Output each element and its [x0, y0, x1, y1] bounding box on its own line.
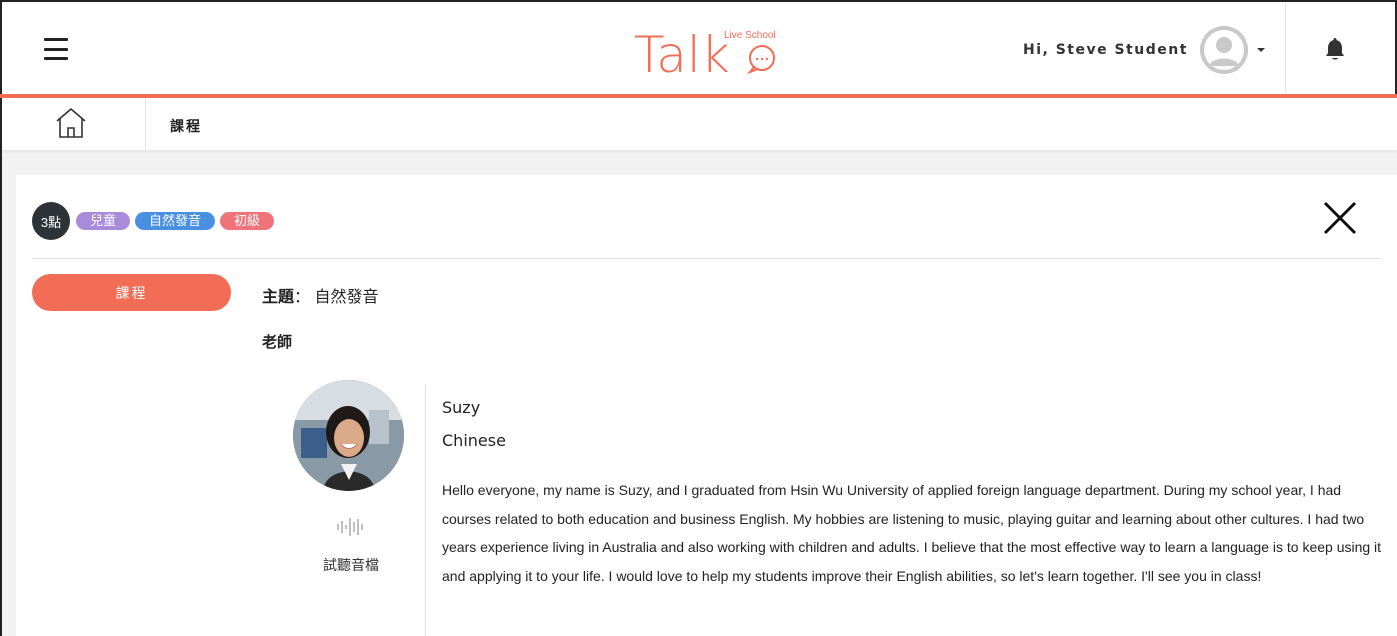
breadcrumb-divider — [145, 98, 146, 150]
hamburger-menu-icon[interactable] — [44, 38, 68, 60]
card-divider — [32, 258, 1381, 259]
top-header: Talk Live School Hi, Steve Student — [0, 0, 1397, 96]
course-detail-card: 3點 兒童 自然發音 初級 課程 主題： 自然發音 老師 試聽音檔 Suzy C… — [16, 175, 1397, 636]
bell-icon[interactable] — [1324, 38, 1346, 67]
topic-separator: ： — [294, 289, 311, 306]
teacher-bio: Hello everyone, my name is Suzy, and I g… — [442, 482, 1382, 584]
audio-wave-icon[interactable] — [336, 516, 366, 543]
teacher-divider — [425, 385, 426, 636]
logo-text: Talk — [634, 26, 730, 78]
user-avatar-icon[interactable] — [1200, 26, 1248, 74]
points-badge: 3點 — [32, 202, 70, 240]
logo-superscript: Live School — [724, 30, 776, 41]
teacher-language: Chinese — [442, 431, 506, 450]
teacher-name: Suzy — [442, 398, 481, 417]
course-tab-button[interactable]: 課程 — [32, 274, 231, 311]
home-icon[interactable] — [54, 106, 88, 145]
close-icon[interactable] — [1322, 200, 1358, 236]
breadcrumb: 課程 — [0, 98, 1397, 150]
breadcrumb-current: 課程 — [170, 118, 202, 134]
frame-border — [0, 150, 2, 636]
tag-phonics: 自然發音 — [135, 212, 216, 230]
topic-value: 自然發音 — [314, 289, 379, 306]
tag-children: 兒童 — [76, 212, 131, 230]
chevron-down-icon[interactable] — [1257, 48, 1265, 52]
user-greeting[interactable]: Hi, Steve Student — [1023, 42, 1188, 58]
audio-sample-label[interactable]: 試聽音檔 — [309, 555, 393, 575]
tag-beginner: 初級 — [220, 212, 275, 230]
topic-line: 主題： 自然發音 — [262, 283, 379, 307]
teacher-avatar — [293, 380, 404, 491]
teacher-heading: 老師 — [262, 334, 293, 351]
tag-row: 3點 兒童 自然發音 初級 — [32, 202, 275, 240]
talko-logo[interactable]: Talk Live School — [634, 24, 784, 84]
topic-label: 主題 — [262, 289, 295, 306]
header-divider — [1285, 2, 1286, 96]
